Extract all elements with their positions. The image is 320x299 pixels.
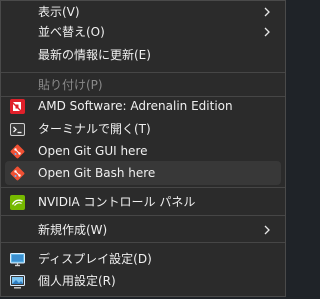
menu-item-nvidia-control-panel[interactable]: NVIDIA コントロール パネル: [1, 192, 285, 212]
chevron-right-icon: [264, 225, 270, 235]
menu-item-sort[interactable]: 並べ替え(O): [1, 22, 285, 42]
chevron-right-icon: [264, 27, 270, 37]
menu-separator: [1, 215, 285, 216]
menu-item-label: 最新の情報に更新(E): [38, 48, 151, 62]
menu-item-git-gui[interactable]: Open Git GUI here: [1, 141, 285, 161]
nvidia-icon: [10, 195, 25, 210]
menu-item-label: Open Git Bash here: [38, 166, 156, 180]
menu-item-label: 貼り付け(P): [38, 78, 103, 92]
menu-item-paste[interactable]: 貼り付け(P): [1, 75, 285, 95]
display-icon: [10, 253, 25, 267]
menu-item-view[interactable]: 表示(V): [1, 2, 285, 22]
menu-item-label: 表示(V): [38, 5, 80, 19]
desktop-context-menu: 表示(V) 並べ替え(O) 最新の情報に更新(E) 貼り付け(P) AMD So…: [0, 0, 286, 297]
menu-separator: [1, 242, 285, 243]
menu-item-label: 個人用設定(R): [38, 274, 116, 288]
menu-item-label: ターミナルで開く(T): [38, 122, 151, 136]
personalize-icon: [10, 275, 25, 289]
menu-item-new[interactable]: 新規作成(W): [1, 220, 285, 240]
menu-item-label: 新規作成(W): [38, 223, 108, 237]
menu-separator: [1, 187, 285, 188]
menu-item-refresh[interactable]: 最新の情報に更新(E): [1, 45, 285, 65]
git-icon: [10, 144, 25, 159]
git-icon: [10, 166, 25, 181]
menu-item-amd-software[interactable]: AMD Software: Adrenalin Edition: [1, 96, 285, 116]
chevron-right-icon: [264, 7, 270, 17]
menu-item-display-settings[interactable]: ディスプレイ設定(D): [1, 249, 285, 269]
menu-item-label: NVIDIA コントロール パネル: [38, 195, 196, 209]
menu-item-label: AMD Software: Adrenalin Edition: [38, 99, 233, 113]
amd-icon: [10, 99, 25, 114]
menu-item-personalize[interactable]: 個人用設定(R): [1, 271, 285, 291]
menu-item-open-terminal[interactable]: ターミナルで開く(T): [1, 119, 285, 139]
menu-item-label: ディスプレイ設定(D): [38, 252, 152, 266]
menu-item-label: 並べ替え(O): [38, 25, 105, 39]
terminal-icon: [10, 123, 25, 136]
menu-item-label: Open Git GUI here: [38, 144, 148, 158]
menu-item-git-bash[interactable]: Open Git Bash here: [1, 163, 285, 183]
menu-separator: [1, 72, 285, 73]
